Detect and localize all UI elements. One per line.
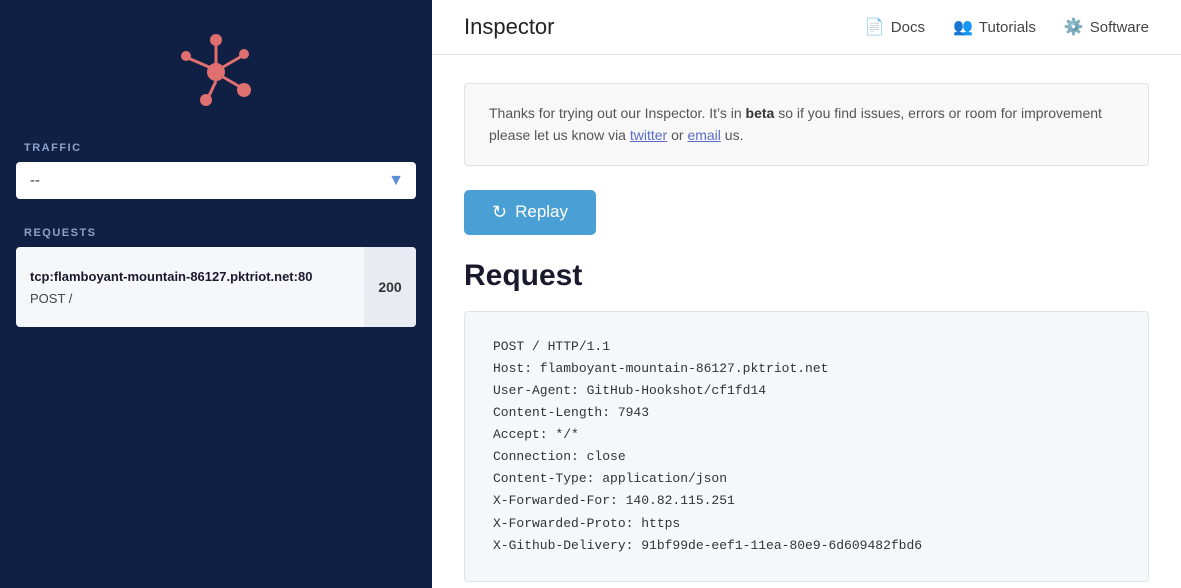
app-logo [166,30,266,110]
request-section-title: Request [464,259,1149,293]
main-body: Thanks for trying out our Inspector. It’… [432,55,1181,588]
nav-links: 📄 Docs 👥 Tutorials ⚙️ Software [865,17,1149,37]
code-line: X-Forwarded-For: 140.82.115.251 [493,490,1120,512]
main-content: Inspector 📄 Docs 👥 Tutorials ⚙️ Software… [432,0,1181,588]
request-list-item[interactable]: tcp:flamboyant-mountain-86127.pktriot.ne… [16,247,416,327]
banner-bold: beta [746,105,775,121]
code-line: User-Agent: GitHub-Hookshot/cf1fd14 [493,380,1120,402]
tutorials-link[interactable]: 👥 Tutorials [953,17,1036,37]
banner-text-3: us. [725,127,744,143]
traffic-label: TRAFFIC [0,130,432,162]
twitter-link[interactable]: twitter [630,127,667,143]
code-line: Content-Length: 7943 [493,402,1120,424]
docs-icon: 📄 [865,17,885,37]
logo-area [0,0,432,130]
tutorials-icon: 👥 [953,17,973,37]
docs-label: Docs [891,19,925,36]
code-line: POST / HTTP/1.1 [493,336,1120,358]
email-link[interactable]: email [687,127,720,143]
replay-icon: ↺ [492,202,507,223]
request-host: tcp:flamboyant-mountain-86127.pktriot.ne… [30,268,312,286]
code-line: Accept: */* [493,424,1120,446]
replay-label: Replay [515,202,568,222]
request-item-content: tcp:flamboyant-mountain-86127.pktriot.ne… [16,247,326,327]
request-status-badge: 200 [364,247,416,327]
traffic-select[interactable]: -- [16,162,416,199]
request-code-block: POST / HTTP/1.1 Host: flamboyant-mountai… [464,311,1149,582]
gear-icon: ⚙️ [1064,17,1084,37]
request-method: POST / [30,291,312,306]
banner-text-1: Thanks for trying out our Inspector. It’… [489,105,746,121]
sidebar: TRAFFIC -- ▼ REQUESTS tcp:flamboyant-mou… [0,0,432,588]
tutorials-label: Tutorials [979,19,1036,36]
code-line: Connection: close [493,446,1120,468]
code-line: X-Forwarded-Proto: https [493,513,1120,535]
docs-link[interactable]: 📄 Docs [865,17,925,37]
code-line: Host: flamboyant-mountain-86127.pktriot.… [493,358,1120,380]
beta-banner: Thanks for trying out our Inspector. It’… [464,83,1149,166]
software-label: Software [1090,19,1149,36]
traffic-select-wrapper: -- ▼ [16,162,416,199]
replay-button[interactable]: ↺ Replay [464,190,596,235]
software-link[interactable]: ⚙️ Software [1064,17,1149,37]
code-line: Content-Type: application/json [493,468,1120,490]
top-nav: Inspector 📄 Docs 👥 Tutorials ⚙️ Software [432,0,1181,55]
page-title: Inspector [464,14,555,40]
requests-label: REQUESTS [0,219,432,247]
banner-or: or [671,127,687,143]
code-line: X-Github-Delivery: 91bf99de-eef1-11ea-80… [493,535,1120,557]
